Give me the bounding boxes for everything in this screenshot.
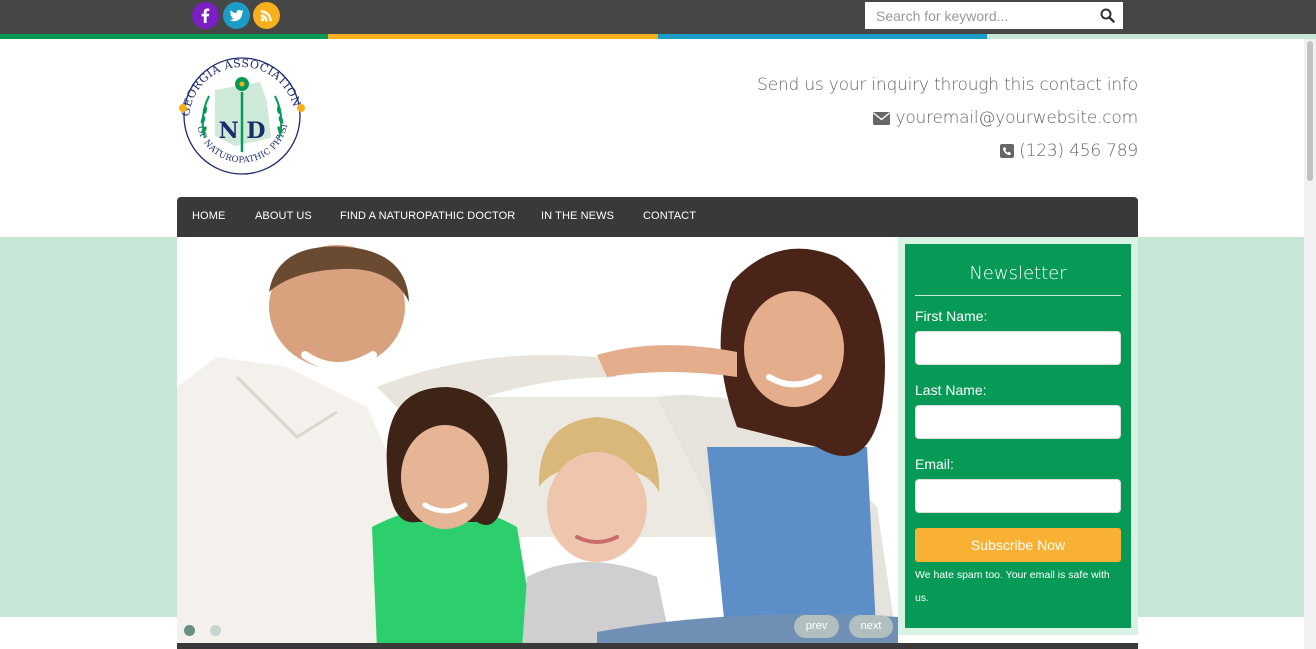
contact-phone[interactable]: (123) 456 789 [1000, 141, 1138, 163]
contact-email[interactable]: youremail@yourwebsite.com [873, 108, 1138, 130]
content-bottom-bar [177, 643, 1138, 649]
slider-dot-1[interactable] [184, 625, 195, 636]
contact-phone-text[interactable]: (123) 456 789 [1019, 141, 1138, 161]
nav-item-about-us[interactable]: ABOUT US [255, 210, 312, 222]
search-box [865, 2, 1123, 29]
contact-intro: Send us your inquiry through this contac… [757, 75, 1138, 95]
top-bar [0, 0, 1316, 34]
last-name-label: Last Name: [915, 382, 987, 398]
nav-item-home[interactable]: HOME [192, 210, 225, 222]
twitter-icon[interactable] [223, 2, 250, 29]
last-name-field[interactable] [915, 405, 1121, 439]
envelope-icon [873, 110, 891, 130]
color-stripe-blue [658, 34, 987, 39]
color-stripe-mint [987, 34, 1316, 39]
first-name-field[interactable] [915, 331, 1121, 365]
contact-email-text[interactable]: youremail@yourwebsite.com [895, 108, 1138, 128]
newsletter-note: We hate spam too. Your email is safe wit… [915, 569, 1110, 604]
page-scrollbar[interactable] [1304, 39, 1316, 649]
site-logo[interactable]: GEORGIA ASSOCIATION OF NATUROPATHIC PHYS… [171, 43, 309, 182]
newsletter-divider [915, 295, 1121, 296]
color-stripe-yellow [328, 34, 658, 39]
slider-prev-button[interactable]: prev [794, 615, 839, 638]
newsletter-panel: Newsletter First Name: Last Name: Email:… [905, 244, 1131, 628]
email-label: Email: [915, 456, 954, 472]
slider-dot-2[interactable] [210, 625, 221, 636]
rss-icon[interactable] [253, 2, 280, 29]
main-nav: HOME ABOUT US FIND A NATUROPATHIC DOCTOR… [177, 197, 1138, 237]
newsletter-title: Newsletter [969, 263, 1067, 284]
search-input[interactable] [865, 2, 1095, 29]
slider-next-button[interactable]: next [849, 615, 893, 638]
first-name-label: First Name: [915, 308, 988, 324]
nav-item-contact[interactable]: CONTACT [643, 210, 696, 222]
subscribe-button[interactable]: Subscribe Now [915, 528, 1121, 562]
hero-slide-image [177, 237, 898, 649]
scrollbar-thumb[interactable] [1307, 41, 1313, 181]
svg-text:N D: N D [219, 118, 266, 144]
facebook-icon[interactable] [192, 2, 219, 29]
phone-icon [1000, 143, 1015, 163]
nav-item-find-doctor[interactable]: FIND A NATUROPATHIC DOCTOR [340, 210, 515, 222]
search-icon[interactable] [1100, 8, 1115, 23]
nav-item-in-the-news[interactable]: IN THE NEWS [541, 210, 614, 222]
email-field[interactable] [915, 479, 1121, 513]
color-stripe-green [0, 34, 328, 39]
